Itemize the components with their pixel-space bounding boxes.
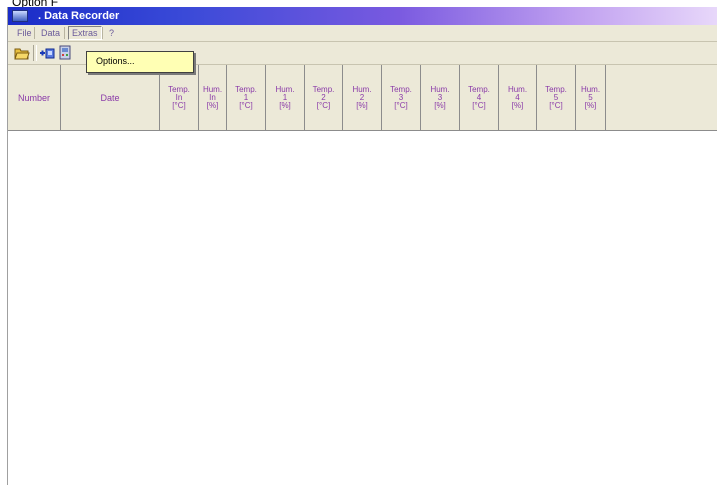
header-label: [°C] [172,100,186,110]
header-label: [°C] [239,100,253,110]
header-label: Number [17,92,50,103]
device-icon[interactable] [58,45,74,61]
column-header-hum-in[interactable]: Hum. In [%] [199,65,227,130]
column-header-hum-5[interactable]: Hum. 5 [%] [576,65,606,130]
header-label: [%] [434,100,446,110]
open-folder-icon[interactable] [14,45,30,61]
column-header-temp-2[interactable]: Temp. 2 [°C] [305,65,343,130]
column-header-temp-5[interactable]: Temp. 5 [°C] [537,65,576,130]
header-label: Date [100,92,120,103]
header-label: [°C] [394,100,408,110]
header-label: [%] [584,100,597,110]
column-header-temp-4[interactable]: Temp. 4 [°C] [460,65,499,130]
column-header-hum-2[interactable]: Hum. 2 [%] [343,65,382,130]
header-label: [%] [511,100,524,110]
header-label: [%] [206,100,219,110]
data-grid[interactable]: Number Date Temp. In [°C] Hum. In [%] Te… [8,65,717,485]
menu-separator [64,27,65,39]
title-bar[interactable]: . Data Recorder [8,7,717,25]
menu-bar: File Data Extras ? [8,25,717,42]
menu-help[interactable]: ? [106,27,117,39]
column-header-hum-4[interactable]: Hum. 4 [%] [499,65,537,130]
extras-dropdown-menu: Options... [86,51,194,73]
column-header-temp-3[interactable]: Temp. 3 [°C] [382,65,421,130]
column-header-temp-1[interactable]: Temp. 1 [°C] [227,65,266,130]
add-entry-icon[interactable] [39,45,55,61]
header-label: [%] [279,100,291,110]
menu-item-options[interactable]: Options... [96,56,135,67]
menu-data[interactable]: Data [38,27,63,39]
column-header-hum-3[interactable]: Hum. 3 [%] [421,65,460,130]
app-icon[interactable] [12,10,28,22]
column-header-hum-1[interactable]: Hum. 1 [%] [266,65,305,130]
column-header-date[interactable]: Date [61,65,160,130]
toolbar-separator [33,45,37,61]
menu-file[interactable]: File [14,27,35,39]
column-header-temp-in[interactable]: Temp. In [°C] [160,65,199,130]
grid-header: Number Date Temp. In [°C] Hum. In [%] Te… [8,65,717,131]
window-title: . Data Recorder [38,10,120,22]
header-label: [°C] [316,100,331,110]
menu-separator [34,27,35,39]
column-header-number[interactable]: Number [8,65,61,130]
main-window: . Data Recorder File Data Extras ? Optio… [7,7,717,485]
header-label: [°C] [549,100,563,110]
menu-extras[interactable]: Extras [68,26,102,40]
header-label: [°C] [472,100,486,110]
menu-separator [102,27,103,39]
header-label: [%] [356,100,368,110]
